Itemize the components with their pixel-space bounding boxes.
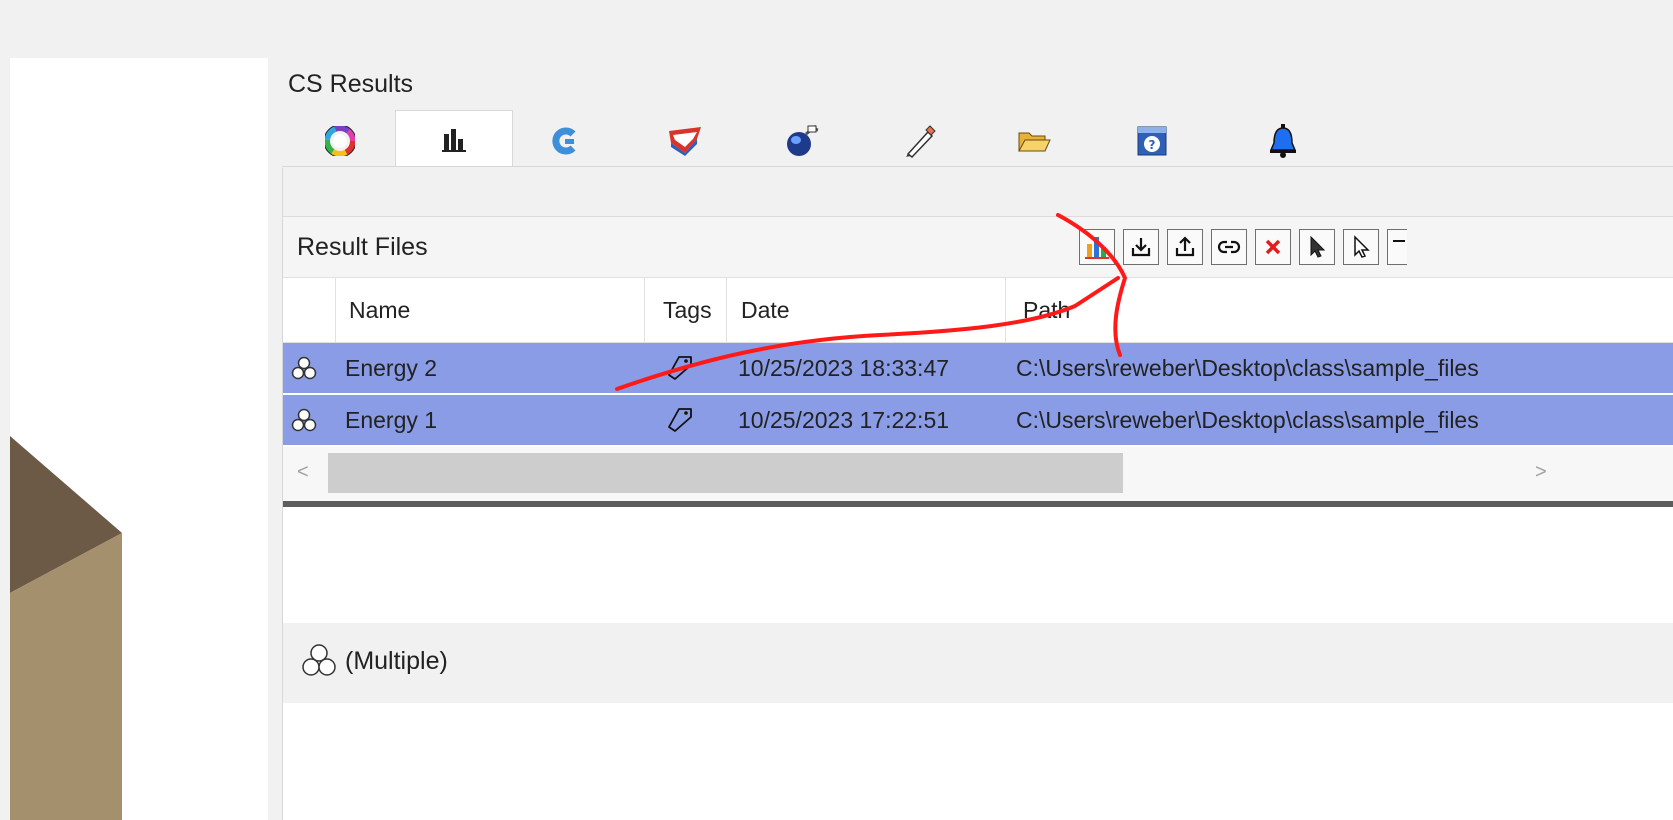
horizontal-scrollbar[interactable]: < > — [283, 447, 1673, 501]
column-header-name[interactable]: Name — [349, 278, 410, 342]
selection-label: (Multiple) — [345, 647, 448, 675]
row-path: C:\Users\reweber\Desktop\class\sample_fi… — [1016, 407, 1479, 433]
table-row[interactable]: Energy 1 10/25/2023 17:22:51 C:\Users\re… — [283, 395, 1673, 447]
result-files-title: Result Files — [297, 233, 428, 261]
energy-model-icon — [291, 356, 317, 380]
header-separator — [726, 278, 727, 342]
red-x-icon — [1265, 239, 1281, 255]
bell-icon — [1269, 124, 1297, 158]
column-header-date[interactable]: Date — [741, 278, 790, 342]
cursor-outline-icon — [1354, 235, 1370, 258]
tab-notifications[interactable] — [1225, 114, 1341, 168]
folder-icon — [1018, 132, 1051, 152]
horizontal-splitter[interactable] — [283, 501, 1673, 507]
blue-c-icon — [552, 127, 576, 155]
row-date: 10/25/2023 18:33:47 — [738, 355, 950, 381]
cursor-filled-icon — [1310, 235, 1326, 258]
header-separator — [644, 278, 645, 342]
globe-icon — [787, 124, 819, 156]
export-button[interactable] — [1167, 229, 1203, 265]
row-path: C:\Users\reweber\Desktop\class\sample_fi… — [1016, 355, 1479, 381]
result-files-table: Name Tags Date Path Energy 2 10/25/2023 … — [283, 277, 1673, 507]
tab-c[interactable] — [508, 114, 624, 168]
link-icon — [1217, 240, 1241, 254]
svg-text:?: ? — [1149, 138, 1156, 152]
colored-bar-chart-icon — [1085, 237, 1109, 259]
tab-folder[interactable] — [976, 114, 1092, 168]
import-button[interactable] — [1123, 229, 1159, 265]
color-wheel-icon — [325, 126, 355, 156]
upload-icon — [1175, 236, 1195, 257]
row-date: 10/25/2023 17:22:51 — [738, 407, 950, 433]
header-separator — [1005, 278, 1006, 342]
table-row[interactable]: Energy 2 10/25/2023 18:33:47 C:\Users\re… — [283, 343, 1673, 395]
3d-viewport[interactable] — [10, 58, 268, 820]
table-header: Name Tags Date Path — [283, 277, 1673, 343]
tab-strip: ? — [282, 108, 1673, 168]
tab-help[interactable]: ? — [1094, 114, 1210, 168]
box-shape — [10, 436, 122, 820]
vertical-splitter[interactable] — [268, 58, 282, 820]
energy-model-icon — [302, 644, 336, 676]
tab-results-chart[interactable] — [395, 110, 513, 167]
help-window-icon: ? — [1137, 126, 1167, 156]
content-header-band — [283, 168, 1673, 217]
scroll-left-arrow[interactable]: < — [297, 461, 309, 484]
energy-model-icon — [291, 408, 317, 432]
filter-button[interactable] — [1387, 229, 1407, 265]
tab-pen[interactable] — [861, 114, 977, 168]
link-button[interactable] — [1211, 229, 1247, 265]
download-icon — [1131, 238, 1151, 257]
top-toolbar-area — [0, 0, 1673, 58]
result-files-toolbar — [1079, 229, 1407, 267]
tag-icon[interactable] — [665, 353, 695, 381]
left-edge — [0, 58, 10, 820]
tab-strip-border — [282, 166, 1673, 167]
select-button[interactable] — [1299, 229, 1335, 265]
row-name: Energy 2 — [345, 355, 438, 381]
tab-content: Result Files Name Tags Date Path Energy … — [282, 168, 1673, 820]
deselect-button[interactable] — [1343, 229, 1379, 265]
scroll-right-arrow[interactable]: > — [1535, 461, 1547, 484]
pen-icon — [906, 125, 936, 158]
tab-color-wheel[interactable] — [282, 114, 398, 168]
filter-icon — [1392, 240, 1405, 242]
delete-button[interactable] — [1255, 229, 1291, 265]
layers-icon — [669, 127, 701, 156]
tab-globe[interactable] — [744, 114, 860, 168]
row-name: Energy 1 — [345, 407, 438, 433]
selection-detail: (Multiple) — [283, 623, 1673, 703]
scroll-thumb[interactable] — [328, 453, 1123, 493]
tag-icon[interactable] — [665, 405, 695, 433]
panel-title: CS Results — [288, 70, 414, 98]
chart-button[interactable] — [1079, 229, 1115, 265]
cs-results-panel: CS Results ? Result Files Name Tags Date… — [282, 58, 1673, 820]
column-header-path[interactable]: Path — [1023, 278, 1070, 342]
result-files-header: Result Files — [283, 217, 1673, 277]
bar-chart-icon — [442, 129, 466, 152]
header-separator — [335, 278, 336, 342]
column-header-tags[interactable]: Tags — [663, 278, 712, 342]
tab-layers[interactable] — [627, 114, 743, 168]
